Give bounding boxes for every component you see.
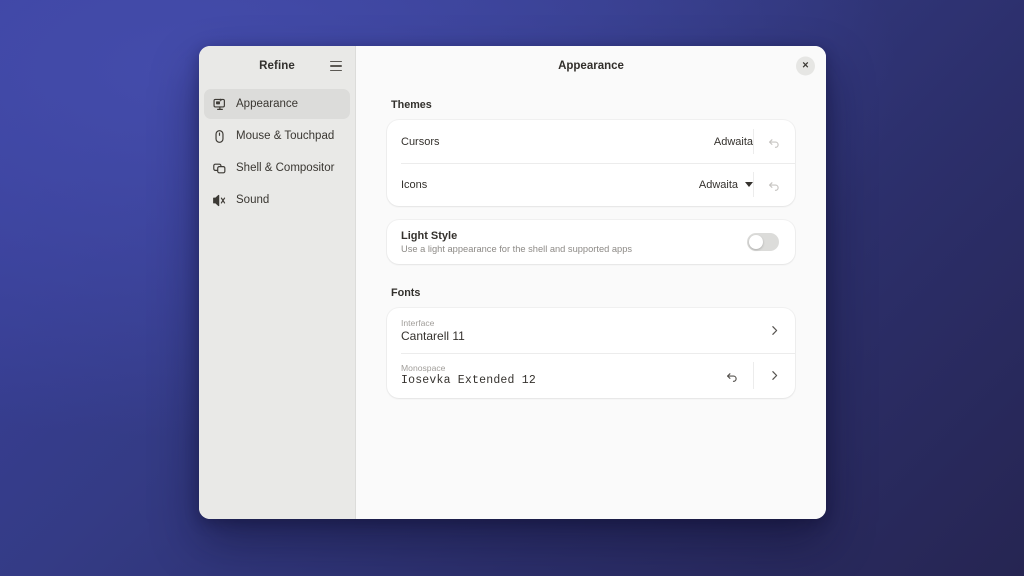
themes-group-title: Themes <box>391 99 432 111</box>
themes-card: Cursors Adwaita Icons Adwaita <box>387 120 795 206</box>
monospace-font-value: Iosevka Extended 12 <box>401 374 536 387</box>
undo-arrow-icon <box>767 135 781 149</box>
light-style-card: Light Style Use a light appearance for t… <box>387 220 795 264</box>
light-style-title: Light Style <box>401 229 458 242</box>
sidebar-header: Refine <box>199 46 355 86</box>
cursors-value: Adwaita <box>713 135 753 148</box>
light-style-toggle[interactable] <box>747 232 779 251</box>
fonts-group-title: Fonts <box>391 287 421 299</box>
row-icons[interactable]: Icons Adwaita <box>387 163 795 206</box>
toggle-knob <box>749 234 763 249</box>
row-label: Icons <box>401 178 428 191</box>
row-light-style[interactable]: Light Style Use a light appearance for t… <box>387 220 795 264</box>
content-pane: Appearance × Themes Cursors Adwaita Icon… <box>356 46 826 519</box>
sidebar-item-mouse-touchpad[interactable]: Mouse & Touchpad <box>204 121 350 151</box>
content-header: Appearance × <box>356 46 826 86</box>
sidebar-item-shell-compositor[interactable]: Shell & Compositor <box>204 153 350 183</box>
row-monospace-font[interactable]: Monospace Iosevka Extended 12 <box>387 353 795 398</box>
sidebar-item-label: Sound <box>236 194 270 206</box>
undo-arrow-icon <box>725 369 739 383</box>
fonts-card: Interface Cantarell 11 Monospace Iosevka… <box>387 308 795 398</box>
sidebar-item-appearance[interactable]: Appearance <box>204 89 350 119</box>
close-icon[interactable]: × <box>796 56 815 76</box>
chevron-right-icon <box>768 324 781 337</box>
light-style-subtitle: Use a light appearance for the shell and… <box>401 243 633 254</box>
sidebar-item-label: Mouse & Touchpad <box>236 130 335 142</box>
windows-stack-icon <box>212 161 227 176</box>
hamburger-icon[interactable] <box>325 55 347 77</box>
undo-arrow-icon <box>767 178 781 192</box>
monospace-font-text: Monospace Iosevka Extended 12 <box>401 357 536 394</box>
row-interface-font[interactable]: Interface Cantarell 11 <box>387 308 795 353</box>
interface-font-open-button[interactable] <box>753 308 795 353</box>
page-title: Appearance <box>558 60 624 72</box>
row-label: Cursors <box>401 135 440 148</box>
settings-window: Refine Appearance Mouse & Touchpad Shell… <box>199 46 826 519</box>
interface-font-text: Interface Cantarell 11 <box>401 312 465 350</box>
sidebar: Refine Appearance Mouse & Touchpad Shell… <box>199 46 356 519</box>
cursors-reset-button[interactable] <box>753 120 795 163</box>
sidebar-item-label: Appearance <box>236 98 299 110</box>
monospace-font-open-button[interactable] <box>753 353 795 398</box>
chevron-right-icon <box>768 369 781 382</box>
icons-value: Adwaita <box>698 178 738 191</box>
settings-body: Themes Cursors Adwaita Icons Adwaita Lig… <box>356 86 826 519</box>
chevron-down-icon[interactable] <box>745 182 753 187</box>
row-cursors[interactable]: Cursors Adwaita <box>387 120 795 163</box>
mouse-icon <box>212 129 227 144</box>
monospace-font-caption: Monospace <box>401 363 446 373</box>
icons-reset-button[interactable] <box>753 163 795 206</box>
sidebar-item-sound[interactable]: Sound <box>204 185 350 215</box>
interface-font-value: Cantarell 11 <box>401 328 465 343</box>
interface-font-caption: Interface <box>401 317 435 328</box>
sidebar-item-label: Shell & Compositor <box>236 162 335 174</box>
sidebar-nav-list: Appearance Mouse & Touchpad Shell & Comp… <box>199 86 355 215</box>
display-appearance-icon <box>212 97 227 112</box>
speaker-icon <box>212 193 227 208</box>
sidebar-title: Refine <box>259 60 295 72</box>
monospace-font-reset-button[interactable] <box>711 353 753 398</box>
light-style-text: Light Style Use a light appearance for t… <box>401 230 632 254</box>
